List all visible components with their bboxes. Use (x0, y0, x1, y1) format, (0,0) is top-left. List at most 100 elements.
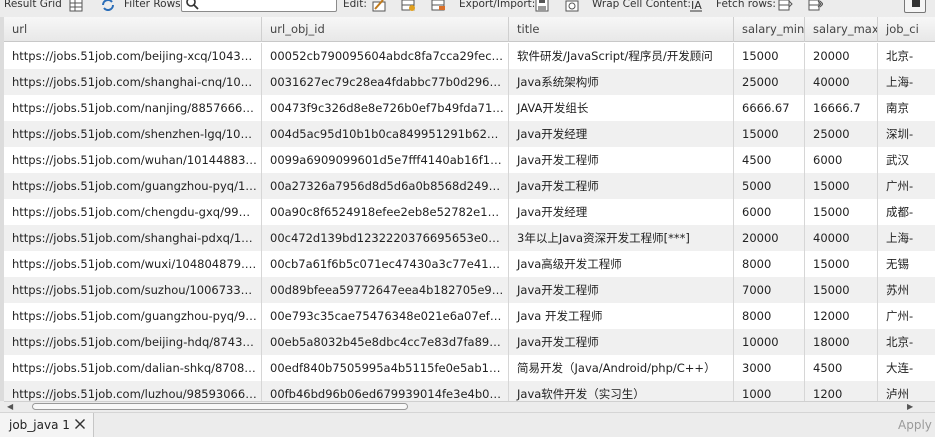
cell-title[interactable]: Java系统架构师 (509, 69, 734, 95)
cell-title[interactable]: 简易开发（Java/Android/php/C++） (509, 355, 734, 381)
scroll-right-icon[interactable]: ▶ (907, 402, 913, 411)
cell-salary-max[interactable]: 15000 (805, 173, 878, 199)
cell-salary-min[interactable]: 15000 (734, 43, 805, 69)
table-row[interactable]: https://jobs.51job.com/beijing-xcq/10433… (4, 43, 935, 69)
cell-url[interactable]: https://jobs.51job.com/shanghai-cnq/10… (4, 69, 262, 95)
table-row[interactable]: https://jobs.51job.com/shanghai-pdxq/1… 0… (4, 225, 935, 251)
cell-url-obj-id[interactable]: 00c472d139bd1232220376695653e04c63 (262, 225, 509, 251)
cell-title[interactable]: Java高级开发工程师 (509, 251, 734, 277)
cell-url[interactable]: https://jobs.51job.com/chengdu-gxq/997… (4, 199, 262, 225)
cell-url[interactable]: https://jobs.51job.com/wuhan/10144883… (4, 147, 262, 173)
cell-url-obj-id[interactable]: 0031627ec79c28ea4fdabbc77b0d296161 (262, 69, 509, 95)
cell-job-city[interactable]: 苏州 (878, 277, 935, 303)
cell-url[interactable]: https://jobs.51job.com/nanjing/8857666… (4, 95, 262, 121)
cell-salary-max[interactable]: 4500 (805, 355, 878, 381)
cell-url-obj-id[interactable]: 00cb7a61f6b5c071ec47430a3c77e41262 (262, 251, 509, 277)
cell-salary-min[interactable]: 20000 (734, 225, 805, 251)
cell-salary-min[interactable]: 3000 (734, 355, 805, 381)
cell-job-city[interactable]: 上海- (878, 225, 935, 251)
scroll-left-icon[interactable]: ◀ (7, 402, 13, 411)
cell-salary-min[interactable]: 4500 (734, 147, 805, 173)
cell-job-city[interactable]: 广州- (878, 173, 935, 199)
cell-salary-min[interactable]: 10000 (734, 329, 805, 355)
cell-job-city[interactable]: 无锡 (878, 251, 935, 277)
cell-title[interactable]: Java开发经理 (509, 199, 734, 225)
cell-salary-max[interactable]: 18000 (805, 329, 878, 355)
cell-url[interactable]: https://jobs.51job.com/shenzhen-lgq/10… (4, 121, 262, 147)
cell-url[interactable]: https://jobs.51job.com/guangzhou-pyq/1… (4, 173, 262, 199)
delete-row-icon[interactable] (430, 0, 446, 13)
cell-salary-max[interactable]: 40000 (805, 69, 878, 95)
fetch-all-icon[interactable] (807, 0, 823, 13)
table-row[interactable]: https://jobs.51job.com/shenzhen-lgq/10… 0… (4, 121, 935, 147)
cell-salary-min[interactable]: 7000 (734, 277, 805, 303)
cell-job-city[interactable]: 南京 (878, 95, 935, 121)
table-row[interactable]: https://jobs.51job.com/guangzhou-pyq/1… 0… (4, 173, 935, 199)
cell-salary-max[interactable]: 25000 (805, 121, 878, 147)
table-row[interactable]: https://jobs.51job.com/shanghai-cnq/10… 0… (4, 69, 935, 95)
cell-url[interactable]: https://jobs.51job.com/shanghai-pdxq/1… (4, 225, 262, 251)
cell-url[interactable]: https://jobs.51job.com/beijing-hdq/8743… (4, 329, 262, 355)
cell-url-obj-id[interactable]: 00d89bfeea59772647eea4b182705e9570 (262, 277, 509, 303)
cell-url-obj-id[interactable]: 004d5ac95d10b1b0ca849951291b629163 (262, 121, 509, 147)
cell-url[interactable]: https://jobs.51job.com/beijing-xcq/10433… (4, 43, 262, 69)
insert-row-icon[interactable] (400, 0, 416, 13)
cell-salary-max[interactable]: 12000 (805, 303, 878, 329)
cell-title[interactable]: Java开发工程师 (509, 173, 734, 199)
cell-title[interactable]: 软件研发/JavaScript/程序员/开发顾问 (509, 43, 734, 69)
cell-job-city[interactable]: 广州- (878, 303, 935, 329)
table-row[interactable]: https://jobs.51job.com/suzhou/1006733… 00… (4, 277, 935, 303)
cell-title[interactable]: Java开发工程师 (509, 147, 734, 173)
cell-job-city[interactable]: 北京- (878, 329, 935, 355)
cell-title[interactable]: Java 开发工程师 (509, 303, 734, 329)
cell-url-obj-id[interactable]: 0099a6909099601d5e7fff4140ab16f165 (262, 147, 509, 173)
cell-salary-max[interactable]: 1200 (805, 381, 878, 401)
cell-url[interactable]: https://jobs.51job.com/luzhou/98593066… (4, 381, 262, 401)
cell-title[interactable]: 3年以上Java资深开发工程师[***] (509, 225, 734, 251)
cell-url[interactable]: https://jobs.51job.com/wuxi/104804879.… (4, 251, 262, 277)
cell-salary-min[interactable]: 5000 (734, 173, 805, 199)
horizontal-scrollbar[interactable]: ◀ ▶ (4, 401, 935, 411)
cell-salary-max[interactable]: 15000 (805, 199, 878, 225)
cell-url[interactable]: https://jobs.51job.com/guangzhou-pyq/9… (4, 303, 262, 329)
cell-url-obj-id[interactable]: 00edf840b7505995a4b5115fe0e5ab1d67 (262, 355, 509, 381)
cell-url-obj-id[interactable]: 00e793c35cae75476348e021e6a07ef464 (262, 303, 509, 329)
cell-salary-max[interactable]: 6000 (805, 147, 878, 173)
cell-salary-max[interactable]: 16666.7 (805, 95, 878, 121)
cell-title[interactable]: Java开发工程师 (509, 329, 734, 355)
cell-job-city[interactable]: 大连- (878, 355, 935, 381)
cell-url[interactable]: https://jobs.51job.com/dalian-shkq/8708… (4, 355, 262, 381)
wrap-cell-icon[interactable]: IA (688, 0, 704, 13)
cell-salary-min[interactable]: 6000 (734, 199, 805, 225)
cell-salary-min[interactable]: 8000 (734, 251, 805, 277)
table-row[interactable]: https://jobs.51job.com/beijing-hdq/8743…… (4, 329, 935, 355)
cell-salary-min[interactable]: 1000 (734, 381, 805, 401)
cell-url-obj-id[interactable]: 00a27326a7956d8d5d6a0b8568d2493170 (262, 173, 509, 199)
cell-job-city[interactable]: 成都- (878, 199, 935, 225)
cell-job-city[interactable]: 北京- (878, 43, 935, 69)
result-tab-job-java[interactable]: job_java 1 (0, 413, 94, 437)
cell-url-obj-id[interactable]: 00eb5a8032b45e8dbc4cc7e83d7fa89163 (262, 329, 509, 355)
column-header-title[interactable]: title (509, 17, 734, 42)
cell-url-obj-id[interactable]: 00473f9c326d8e8e726b0ef7b49fda7168 (262, 95, 509, 121)
column-header-url-obj-id[interactable]: url_obj_id (262, 17, 509, 42)
cell-url-obj-id[interactable]: 00052cb790095604abdc8fa7cca29fec62 (262, 43, 509, 69)
apply-button[interactable]: Apply (898, 418, 932, 432)
cell-url-obj-id[interactable]: 00a90c8f6524918efee2eb8e52782e1c62 (262, 199, 509, 225)
cell-salary-min[interactable]: 25000 (734, 69, 805, 95)
column-header-salary-max[interactable]: salary_max (805, 17, 878, 42)
cell-salary-max[interactable]: 40000 (805, 225, 878, 251)
export-icon[interactable] (534, 0, 550, 13)
filter-rows-input[interactable] (181, 0, 337, 12)
cell-title[interactable]: Java软件开发（实习生） (509, 381, 734, 401)
cell-salary-min[interactable]: 8000 (734, 303, 805, 329)
edit-row-icon[interactable] (371, 0, 387, 13)
table-row[interactable]: https://jobs.51job.com/dalian-shkq/8708…… (4, 355, 935, 381)
scrollbar-thumb[interactable] (32, 403, 408, 410)
cell-salary-min[interactable]: 15000 (734, 121, 805, 147)
table-row[interactable]: https://jobs.51job.com/guangzhou-pyq/9… 0… (4, 303, 935, 329)
cell-job-city[interactable]: 上海- (878, 69, 935, 95)
cell-job-city[interactable]: 武汉 (878, 147, 935, 173)
refresh-icon[interactable] (100, 0, 116, 13)
cell-salary-max[interactable]: 20000 (805, 43, 878, 69)
